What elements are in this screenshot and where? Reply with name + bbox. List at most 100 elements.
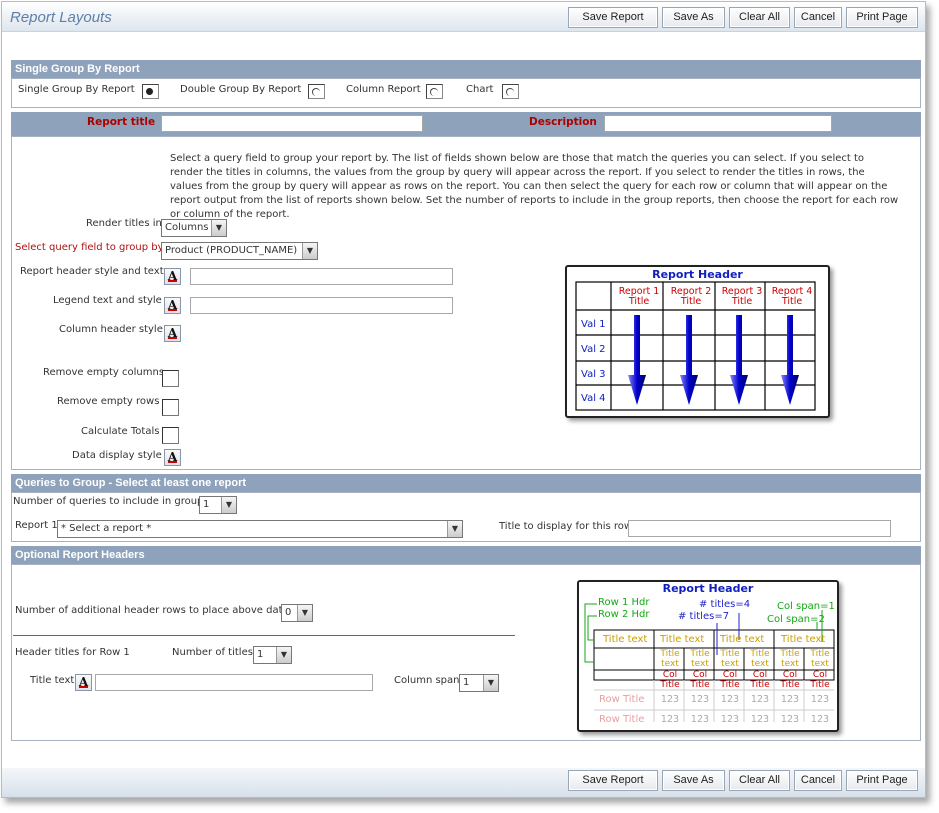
remove-empty-rows-label: Remove empty rows: [57, 396, 160, 407]
column-report-radio[interactable]: [426, 84, 443, 99]
chevron-down-icon: ▼: [447, 521, 462, 537]
report-title-input[interactable]: [161, 115, 423, 132]
print-page-button[interactable]: Print Page: [846, 7, 918, 28]
extra-header-rows-select[interactable]: 0 ▼: [281, 604, 313, 622]
report-header-text-input[interactable]: [190, 268, 453, 285]
small-text-cell: text: [781, 659, 799, 669]
render-titles-select[interactable]: Columns ▼: [161, 219, 227, 237]
title-text-cell: Title text: [603, 634, 648, 645]
col-cell: Col: [752, 670, 768, 680]
remove-empty-columns-label: Remove empty columns: [43, 367, 165, 378]
text-style-icon[interactable]: A: [164, 297, 181, 314]
row-title-cell: Row Title: [599, 714, 645, 725]
clear-all-button[interactable]: Clear All: [729, 770, 790, 791]
report-header-style-label: Report header style and text: [20, 266, 164, 277]
divider: [13, 635, 515, 636]
page-title: Report Layouts: [10, 9, 112, 26]
save-as-button[interactable]: Save As: [662, 7, 725, 28]
small-text-cell: text: [751, 659, 769, 669]
calculate-totals-label: Calculate Totals: [81, 426, 160, 437]
row-title-cell: Row Title: [599, 694, 645, 705]
row-title-label: Title to display for this row: [499, 521, 633, 532]
double-group-radio[interactable]: [308, 84, 325, 99]
small-title-cell: Title: [810, 649, 830, 659]
save-report-button[interactable]: Save Report: [568, 770, 658, 791]
chevron-down-icon: ▼: [302, 243, 317, 259]
diagram-row-label: Val 4: [581, 393, 606, 404]
print-page-button[interactable]: Print Page: [846, 770, 918, 791]
clear-all-button[interactable]: Clear All: [729, 7, 790, 28]
diagram-col-title: Title: [781, 296, 803, 307]
bottom-toolbar: Save Report Save As Clear All Cancel Pri…: [2, 768, 925, 797]
small-title-cell: Title: [780, 649, 800, 659]
chevron-down-icon: ▼: [276, 647, 291, 663]
text-style-icon[interactable]: A: [164, 325, 181, 342]
value-cell: 123: [690, 714, 710, 725]
title-text-cell: Title text: [660, 634, 705, 645]
title-text-cell: Title text: [720, 634, 765, 645]
col-title-cell: Title: [720, 680, 740, 690]
value-cell: 123: [720, 694, 740, 705]
col-cell: Col: [782, 670, 798, 680]
col-title-cell: Title: [810, 680, 830, 690]
chevron-down-icon: ▼: [297, 605, 312, 621]
value-cell: 123: [660, 694, 680, 705]
group-field-select[interactable]: Product (PRODUCT_NAME) ▼: [161, 242, 318, 260]
remove-empty-columns-checkbox[interactable]: [162, 370, 179, 387]
diagram-col-title: Title: [680, 296, 702, 307]
description-label: Description: [529, 116, 597, 128]
title-text-label: Title text: [30, 675, 75, 686]
calculate-totals-checkbox[interactable]: [162, 427, 179, 444]
text-style-icon[interactable]: A: [164, 449, 181, 466]
render-titles-label: Render titles in: [86, 218, 162, 229]
report-1-label: Report 1: [15, 520, 58, 531]
text-style-icon[interactable]: A: [164, 268, 181, 285]
value-cell: 123: [750, 714, 770, 725]
diagram-row-label: Val 1: [581, 319, 606, 330]
chart-radio[interactable]: [502, 84, 519, 99]
small-title-cell: Title: [750, 649, 770, 659]
diagram-col-title: Title: [628, 296, 650, 307]
column-span-select[interactable]: 1 ▼: [459, 674, 499, 692]
diagram-row-label: Val 2: [581, 344, 606, 355]
chevron-down-icon: ▼: [483, 675, 498, 691]
single-group-radio[interactable]: [142, 84, 159, 99]
optional-headers-section-header: Optional Report Headers: [11, 546, 921, 564]
data-display-style-label: Data display style: [72, 450, 162, 461]
num-titles-label: Number of titles: [172, 647, 253, 658]
query-count-label: Number of queries to include in group: [13, 496, 204, 507]
small-text-cell: text: [721, 659, 739, 669]
legend-text-input[interactable]: [190, 297, 453, 314]
remove-empty-rows-checkbox[interactable]: [162, 399, 179, 416]
colspan1-note: Col span=1: [777, 601, 835, 612]
value-cell: 123: [690, 694, 710, 705]
query-count-select[interactable]: 1 ▼: [199, 496, 237, 514]
report-layouts-window: Report Layouts Save Report Save As Clear…: [1, 1, 926, 798]
col-cell: Col: [692, 670, 708, 680]
diagram-row-label: Val 3: [581, 369, 606, 380]
description-input[interactable]: [604, 115, 832, 132]
col-title-cell: Title: [750, 680, 770, 690]
single-group-section-header: Single Group By Report: [11, 60, 921, 78]
save-report-button[interactable]: Save Report: [568, 7, 658, 28]
diagram-col-title: Title: [731, 296, 753, 307]
row-title-input[interactable]: [628, 520, 891, 537]
instructions-text: Select a query field to group your repor…: [170, 153, 899, 220]
option-chart-label: Chart: [466, 84, 494, 95]
value-cell: 123: [780, 714, 800, 725]
chevron-down-icon: ▼: [221, 497, 236, 513]
col-cell: Col: [722, 670, 738, 680]
report-1-select[interactable]: * Select a report * ▼: [57, 520, 463, 538]
cancel-button[interactable]: Cancel: [794, 770, 842, 791]
option-single-group-label: Single Group By Report: [18, 84, 135, 95]
num-titles-select[interactable]: 1 ▼: [253, 646, 292, 664]
title-text-input[interactable]: [95, 674, 373, 691]
option-double-group-label: Double Group By Report: [180, 84, 302, 95]
value-cell: 123: [780, 694, 800, 705]
text-style-icon[interactable]: A: [75, 674, 92, 691]
row1-header-label: Header titles for Row 1: [15, 647, 130, 658]
colspan2-note: Col span=2: [767, 614, 825, 625]
save-as-button[interactable]: Save As: [662, 770, 725, 791]
cancel-button[interactable]: Cancel: [794, 7, 842, 28]
small-title-cell: Title: [690, 649, 710, 659]
